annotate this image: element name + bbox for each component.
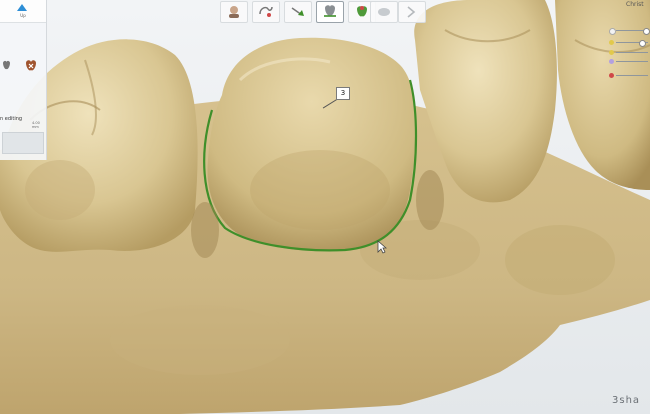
preparation-button[interactable] [316, 1, 344, 23]
visibility-dot [609, 50, 614, 55]
mouse-cursor-icon [377, 240, 387, 254]
opacity-slider[interactable] [616, 52, 648, 53]
view-up-button[interactable]: Up [0, 0, 46, 23]
visibility-dot [609, 59, 614, 64]
visibility-dot [609, 73, 614, 78]
scan-icon [378, 8, 390, 16]
visibility-dot [609, 40, 614, 45]
3d-viewport[interactable] [0, 0, 650, 414]
right-visibility-panel: Christ [606, 0, 650, 90]
dental-model-scene[interactable] [0, 0, 650, 414]
visibility-row[interactable] [609, 27, 650, 35]
tooth-tool-icon[interactable] [1, 60, 12, 71]
opacity-slider[interactable] [616, 75, 648, 76]
right-panel-title: Christ [626, 1, 644, 8]
patient-button[interactable] [220, 1, 248, 23]
editing-options-box[interactable] [2, 132, 44, 154]
editing-label: n editing [0, 116, 23, 122]
slider-handle[interactable] [643, 28, 650, 35]
tool-icons-row [0, 58, 46, 76]
left-tool-panel: Up n editing 4.00 mm [0, 0, 47, 160]
next-arrow-icon [407, 6, 416, 18]
crown-tool-icon[interactable] [24, 59, 38, 73]
workflow-toolbar [220, 0, 426, 23]
brand-watermark: 3sha [612, 395, 641, 406]
crown-icon [357, 6, 367, 17]
insertion-direction-button[interactable] [284, 1, 312, 23]
slider-handle[interactable] [639, 40, 646, 47]
visibility-row[interactable] [609, 39, 650, 47]
arrow-up-icon [17, 4, 27, 11]
next-step-button[interactable] [398, 1, 426, 23]
opacity-slider[interactable] [616, 61, 648, 62]
preparation-icon [324, 5, 336, 17]
margin-line-button[interactable] [252, 1, 280, 23]
editing-value: 4.00 mm [32, 121, 40, 129]
insertion-direction-icon [291, 7, 304, 16]
view-up-label: Up [20, 13, 26, 18]
margin-line-icon [259, 6, 273, 17]
visibility-row[interactable] [609, 49, 650, 56]
visibility-dot [609, 28, 616, 35]
visibility-row[interactable] [609, 72, 650, 79]
scan-button[interactable] [370, 1, 398, 23]
patient-icon [229, 6, 239, 18]
visibility-row[interactable] [609, 58, 650, 65]
tooth-number-tag[interactable]: 3 [336, 87, 350, 100]
